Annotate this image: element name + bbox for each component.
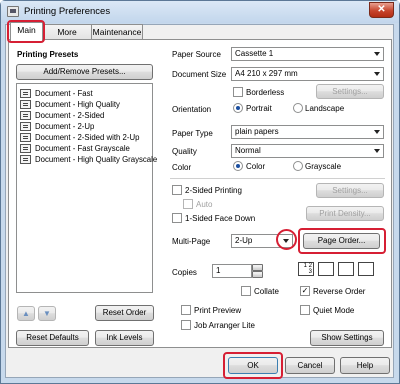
landscape-label: Landscape xyxy=(305,104,345,113)
move-up-button[interactable]: ▲ xyxy=(17,306,35,321)
two-sided-checkbox[interactable] xyxy=(172,185,182,195)
collate-label: Collate xyxy=(254,287,279,296)
reset-defaults-button[interactable]: Reset Defaults xyxy=(16,330,89,346)
portrait-radio[interactable] xyxy=(233,103,243,113)
borderless-checkbox[interactable] xyxy=(233,87,243,97)
add-remove-presets-button[interactable]: Add/Remove Presets... xyxy=(16,64,153,80)
divider xyxy=(170,178,385,179)
chevron-down-icon xyxy=(374,149,380,153)
multi-page-label: Multi-Page xyxy=(172,237,211,246)
chevron-down-icon xyxy=(283,239,289,243)
arrow-down-icon: ▼ xyxy=(43,309,51,318)
reverse-order-label: Reverse Order xyxy=(313,287,366,296)
tab-more-options[interactable]: More Options xyxy=(42,24,92,51)
document-size-value: A4 210 x 297 mm xyxy=(235,69,298,78)
two-sided-label: 2-Sided Printing xyxy=(185,186,242,195)
quality-value: Normal xyxy=(235,146,261,155)
ink-levels-button[interactable]: Ink Levels xyxy=(95,330,154,346)
page-stack-icon xyxy=(338,262,354,276)
presets-heading: Printing Presets xyxy=(17,50,79,59)
page-stack-icon xyxy=(318,262,334,276)
copies-increment-button[interactable] xyxy=(252,264,263,271)
auto-checkbox[interactable] xyxy=(183,199,193,209)
copies-value: 1 xyxy=(216,266,221,275)
borderless-settings-button[interactable]: Settings... xyxy=(316,84,384,99)
quiet-mode-label: Quiet Mode xyxy=(313,306,355,315)
print-preview-label: Print Preview xyxy=(194,306,242,315)
list-item-label: Document - High Quality Grayscale xyxy=(35,155,158,164)
quality-label: Quality xyxy=(172,147,197,156)
show-settings-button[interactable]: Show Settings xyxy=(310,330,384,346)
help-button[interactable]: Help xyxy=(340,357,390,374)
one-sided-face-down-label: 1-Sided Face Down xyxy=(185,214,256,223)
document-icon xyxy=(20,144,31,153)
document-icon xyxy=(20,122,31,131)
auto-label: Auto xyxy=(196,200,213,209)
document-icon xyxy=(20,155,31,164)
multi-page-value: 2-Up xyxy=(235,236,253,245)
paper-type-label: Paper Type xyxy=(172,129,213,138)
document-icon xyxy=(20,100,31,109)
paper-source-select[interactable]: Cassette 1 xyxy=(231,47,384,61)
window-title: Printing Preferences xyxy=(24,6,111,17)
color-label: Color xyxy=(172,163,192,172)
presets-list[interactable]: Document - Fast Document - High Quality … xyxy=(16,83,157,293)
print-preview-checkbox[interactable] xyxy=(181,305,191,315)
page-stack-icon: 1 2 3 xyxy=(298,262,314,276)
collate-checkbox[interactable] xyxy=(241,286,251,296)
chevron-down-icon xyxy=(374,52,380,56)
job-arranger-checkbox[interactable] xyxy=(181,320,191,330)
color-radio[interactable] xyxy=(233,161,243,171)
chevron-down-icon xyxy=(374,72,380,76)
paper-type-select[interactable]: plain papers xyxy=(231,125,384,139)
portrait-label: Portrait xyxy=(246,104,272,113)
list-item-label: Document - Fast xyxy=(35,89,93,98)
grayscale-radio[interactable] xyxy=(293,161,303,171)
paper-type-value: plain papers xyxy=(235,127,279,136)
list-item-label: Document - 2-Up xyxy=(35,122,95,131)
chevron-down-icon xyxy=(374,130,380,134)
cancel-button[interactable]: Cancel xyxy=(285,357,335,374)
document-icon xyxy=(20,133,31,142)
two-sided-settings-button[interactable]: Settings... xyxy=(316,183,384,198)
document-icon xyxy=(20,111,31,120)
close-button[interactable]: ✕ xyxy=(369,2,394,18)
orientation-label: Orientation xyxy=(172,105,212,114)
document-size-label: Document Size xyxy=(172,70,227,79)
list-item-label: Document - 2-Sided with 2-Up xyxy=(35,133,140,142)
copies-decrement-button[interactable] xyxy=(252,271,263,278)
page-order-button[interactable]: Page Order... xyxy=(303,233,380,249)
document-size-select[interactable]: A4 210 x 297 mm xyxy=(231,67,384,81)
tab-maintenance[interactable]: Maintenance xyxy=(91,24,143,40)
printer-icon xyxy=(7,6,19,17)
landscape-radio[interactable] xyxy=(293,103,303,113)
quiet-mode-checkbox[interactable] xyxy=(300,305,310,315)
one-sided-face-down-checkbox[interactable] xyxy=(172,213,182,223)
page-stack-icon xyxy=(358,262,374,276)
tab-main[interactable]: Main xyxy=(10,22,43,41)
grayscale-label: Grayscale xyxy=(305,162,342,171)
move-down-button[interactable]: ▼ xyxy=(38,306,56,321)
arrow-up-icon: ▲ xyxy=(22,309,30,318)
title-bar: Printing Preferences ✕ xyxy=(1,1,399,23)
list-item-label: Document - High Quality xyxy=(35,100,120,109)
paper-source-label: Paper Source xyxy=(172,50,221,59)
quality-select[interactable]: Normal xyxy=(231,144,384,158)
list-item-label: Document - Fast Grayscale xyxy=(35,144,130,153)
reset-order-button[interactable]: Reset Order xyxy=(95,305,154,321)
check-icon: ✓ xyxy=(301,286,309,295)
paper-source-value: Cassette 1 xyxy=(235,49,274,58)
copies-label: Copies xyxy=(172,268,197,277)
borderless-label: Borderless xyxy=(246,88,285,97)
color-option-label: Color xyxy=(246,162,266,171)
reverse-order-checkbox[interactable]: ✓ xyxy=(300,286,310,296)
job-arranger-label: Job Arranger Lite xyxy=(194,321,255,330)
ok-button[interactable]: OK xyxy=(228,357,278,374)
print-density-button[interactable]: Print Density... xyxy=(306,206,384,221)
copies-input[interactable]: 1 xyxy=(212,264,252,278)
list-item-label: Document - 2-Sided xyxy=(35,111,105,120)
document-icon xyxy=(20,89,31,98)
multi-page-select[interactable]: 2-Up xyxy=(231,234,293,248)
